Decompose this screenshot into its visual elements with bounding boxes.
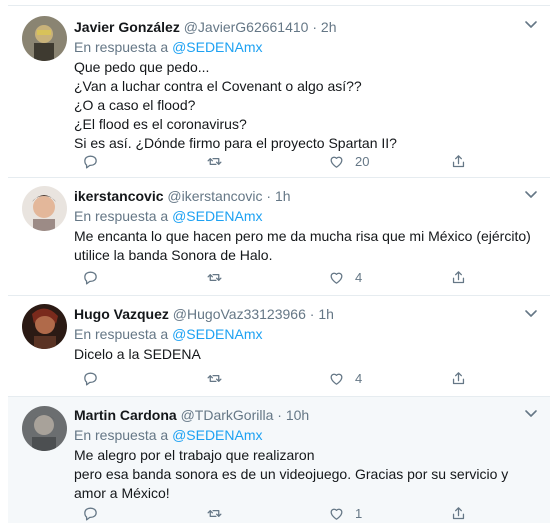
tweet-header: ikerstancovic @ikerstancovic · 1h [74,187,538,205]
retweet-icon [207,509,222,517]
mention-link[interactable]: @SEDENAmx [172,208,262,224]
like-button[interactable]: 20 [328,151,369,171]
tweet-header: Martin Cardona @TDarkGorilla · 10h [74,406,538,424]
avatar[interactable] [22,406,67,451]
retweet-button[interactable] [206,151,233,171]
share-button[interactable] [450,151,467,171]
action-bar: 1 [82,503,482,523]
like-button[interactable]: 1 [328,503,362,523]
reply-prefix: En respuesta a [74,326,169,342]
avatar[interactable] [22,186,67,231]
reply-context: En respuesta a @SEDENAmx [74,325,538,343]
separator-dot: · [266,188,272,204]
like-count: 1 [355,505,363,521]
tweet-text: Que pedo que pedo... ¿Van a luchar contr… [74,59,397,151]
heart-icon [330,156,343,168]
tweet[interactable]: Martin Cardona @TDarkGorilla · 10h En re… [8,397,550,523]
reply-prefix: En respuesta a [74,208,169,224]
mention-link[interactable]: @SEDENAmx [172,39,262,55]
separator-dot: · [277,407,282,423]
reply-button[interactable] [82,267,109,287]
tweet-text: Dicelo a la SEDENA [74,346,201,362]
share-icon [452,270,465,283]
reply-button[interactable] [82,503,109,523]
like-count: 4 [355,370,363,386]
tweet-text: Me encanta lo que hacen pero me da mucha… [74,228,531,263]
reply-context: En respuesta a @SEDENAmx [74,38,538,56]
retweet-icon [207,374,222,382]
author-handle[interactable]: @HugoVaz33123966 [173,306,306,322]
avatar[interactable] [22,304,67,349]
reply-icon [84,155,97,169]
share-button[interactable] [450,503,467,523]
author-name[interactable]: Martin Cardona [74,407,177,423]
reply-button[interactable] [82,151,109,171]
like-count: 20 [355,153,370,169]
timestamp[interactable]: 10h [286,407,309,423]
like-count: 4 [355,269,363,285]
author-handle[interactable]: @TDarkGorilla [181,407,274,423]
author-handle[interactable]: @ikerstancovic [167,188,262,204]
tweet[interactable]: Hugo Vazquez @HugoVaz33123966 · 1h En re… [8,296,550,397]
author-name[interactable]: Javier González [74,19,180,35]
reply-icon [84,372,97,386]
previous-tweet-edge [8,0,550,6]
share-icon [452,506,465,519]
action-bar: 4 [82,368,482,388]
tweet[interactable]: ikerstancovic @ikerstancovic · 1h En res… [8,178,550,296]
reply-icon [84,271,97,285]
action-bar: 20 [82,151,482,171]
avatar[interactable] [22,16,67,61]
like-button[interactable]: 4 [328,368,362,388]
mention-link[interactable]: @SEDENAmx [172,427,262,443]
author-name[interactable]: Hugo Vazquez [74,306,169,322]
share-button[interactable] [450,267,467,287]
reply-context: En respuesta a @SEDENAmx [74,207,538,225]
reply-feed: Javier González @JavierG62661410 · 2h En… [0,0,550,523]
timestamp[interactable]: 2h [321,19,337,35]
retweet-button[interactable] [206,368,233,388]
heart-icon [330,508,343,520]
tweet-header: Hugo Vazquez @HugoVaz33123966 · 1h [74,305,538,323]
share-icon [452,154,465,167]
retweet-icon [207,273,222,281]
action-bar: 4 [82,267,482,287]
separator-dot: · [309,306,315,322]
timestamp[interactable]: 1h [275,188,291,204]
share-button[interactable] [450,368,467,388]
reply-icon [84,507,97,521]
author-name[interactable]: ikerstancovic [74,188,164,204]
heart-icon [330,373,343,385]
retweet-button[interactable] [206,503,233,523]
retweet-button[interactable] [206,267,233,287]
tweet[interactable]: Javier González @JavierG62661410 · 2h En… [8,7,550,178]
retweet-icon [207,157,222,165]
like-button[interactable]: 4 [328,267,362,287]
author-handle[interactable]: @JavierG62661410 [184,19,309,35]
tweet-header: Javier González @JavierG62661410 · 2h [74,18,538,36]
reply-prefix: En respuesta a [74,427,169,443]
share-icon [452,371,465,384]
reply-prefix: En respuesta a [74,39,169,55]
reply-context: En respuesta a @SEDENAmx [74,426,538,444]
reply-button[interactable] [82,368,109,388]
separator-dot: · [312,19,318,35]
tweet-text: Me alegro por el trabajo que realizaron … [74,447,509,501]
heart-icon [330,272,343,284]
timestamp[interactable]: 1h [318,306,334,322]
mention-link[interactable]: @SEDENAmx [172,326,262,342]
